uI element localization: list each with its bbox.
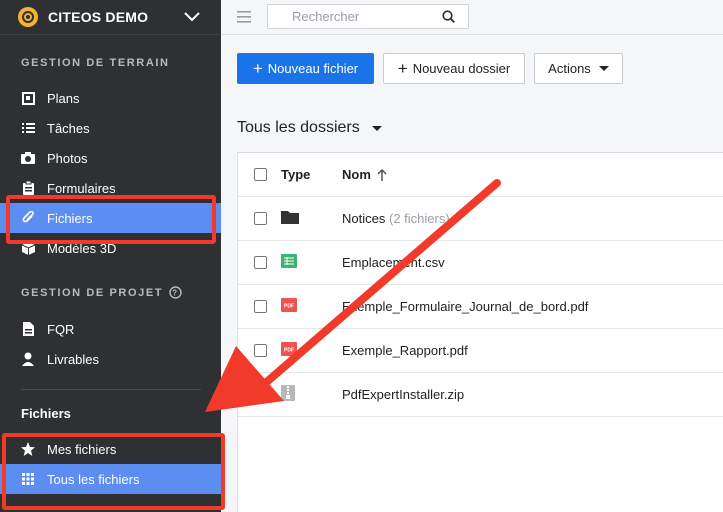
spreadsheet-icon <box>281 253 297 272</box>
file-name[interactable]: PdfExpertInstaller.zip <box>342 387 464 402</box>
row-checkbox[interactable] <box>254 256 267 269</box>
sidebar-item-label: Fichiers <box>47 210 93 226</box>
sidebar-divider <box>21 389 201 390</box>
plans-icon <box>21 91 35 105</box>
row-checkbox[interactable] <box>254 344 267 357</box>
star-icon <box>21 442 35 456</box>
new-folder-label: Nouveau dossier <box>412 61 511 76</box>
sidebar-item-mes-fichiers[interactable]: Mes fichiers <box>0 434 221 464</box>
table-row[interactable]: PDF Exemple_Rapport.pdf <box>238 329 723 373</box>
grid-icon <box>21 472 35 486</box>
brand-header[interactable]: CITEOS DEMO <box>0 0 221 35</box>
sidebar-item-label: Photos <box>47 150 88 166</box>
table-row[interactable]: Emplacement.csv <box>238 241 723 285</box>
list-icon <box>21 121 35 135</box>
sidebar-item-formulaires[interactable]: Formulaires <box>0 173 221 203</box>
search-icon[interactable] <box>442 10 455 23</box>
new-folder-button[interactable]: + Nouveau dossier <box>383 53 525 84</box>
folder-icon <box>281 210 299 227</box>
files-table: Type Nom Notices (2 fichiers) Emplacemen… <box>237 152 723 512</box>
chevron-down-icon[interactable] <box>183 9 201 23</box>
svg-text:PDF: PDF <box>284 304 294 310</box>
file-name-text: Notices <box>342 211 386 226</box>
column-header-type[interactable]: Type <box>281 167 310 182</box>
sidebar-item-label: Mes fichiers <box>47 441 117 457</box>
help-icon[interactable]: ? <box>169 286 182 299</box>
sidebar-item-fqr[interactable]: FQR <box>0 314 221 344</box>
sidebar-item-label: Modèles 3D <box>47 240 117 256</box>
caret-down-icon <box>598 66 609 71</box>
column-header-name-label: Nom <box>342 167 371 182</box>
menu-icon[interactable] <box>237 11 251 23</box>
row-checkbox[interactable] <box>254 388 267 401</box>
table-header: Type Nom <box>238 153 723 197</box>
person-icon <box>21 352 35 366</box>
paperclip-icon <box>21 211 35 225</box>
select-all-checkbox[interactable] <box>254 168 267 181</box>
sidebar-item-label: Tâches <box>47 120 90 136</box>
pdf-icon: PDF <box>281 297 297 316</box>
sidebar-item-label: Livrables <box>47 351 100 367</box>
group-title-fichiers: Fichiers <box>21 406 71 421</box>
section-title-terrain: GESTION DE TERRAIN <box>21 57 170 69</box>
row-checkbox[interactable] <box>254 300 267 313</box>
search-input[interactable] <box>268 5 438 28</box>
top-bar <box>221 0 723 35</box>
sidebar-item-tous-les-fichiers[interactable]: Tous les fichiers <box>0 464 221 494</box>
caret-down-icon <box>371 125 382 131</box>
folder-selector[interactable]: Tous les dossiers <box>237 119 382 137</box>
row-checkbox[interactable] <box>254 212 267 225</box>
brand-logo <box>18 7 38 27</box>
cube-icon <box>21 241 35 255</box>
sidebar-item-label: Plans <box>47 90 80 106</box>
file-count: (2 fichiers) <box>388 211 450 226</box>
sidebar-item-livrables[interactable]: Livrables <box>0 344 221 374</box>
new-file-label: Nouveau fichier <box>267 61 359 76</box>
plus-icon: + <box>397 59 408 78</box>
camera-icon <box>21 151 35 165</box>
file-name[interactable]: Notices (2 fichiers) <box>342 211 450 226</box>
table-row[interactable]: Notices (2 fichiers) <box>238 197 723 241</box>
zip-icon <box>281 385 295 404</box>
svg-text:PDF: PDF <box>284 348 294 354</box>
clipboard-icon <box>21 181 35 195</box>
table-row[interactable]: PDF Exemple_Formulaire_Journal_de_bord.p… <box>238 285 723 329</box>
sidebar: CITEOS DEMO GESTION DE TERRAIN Plans Tâc… <box>0 0 221 512</box>
plus-icon: + <box>252 59 263 78</box>
sidebar-item-taches[interactable]: Tâches <box>0 113 221 143</box>
sidebar-item-modeles-3d[interactable]: Modèles 3D <box>0 233 221 263</box>
actions-dropdown[interactable]: Actions <box>534 53 623 84</box>
search-box <box>267 4 469 29</box>
pdf-icon: PDF <box>281 341 297 360</box>
table-row[interactable]: PdfExpertInstaller.zip <box>238 373 723 417</box>
file-name[interactable]: Exemple_Rapport.pdf <box>342 343 468 358</box>
document-icon <box>21 322 35 336</box>
section-title-projet-label: GESTION DE PROJET <box>21 286 164 299</box>
column-header-name[interactable]: Nom <box>342 167 387 182</box>
sidebar-item-label: FQR <box>47 321 75 337</box>
svg-text:?: ? <box>172 289 179 298</box>
sidebar-item-label: Formulaires <box>47 180 116 196</box>
folder-selector-label: Tous les dossiers <box>237 119 360 136</box>
actions-label: Actions <box>548 61 591 76</box>
file-name[interactable]: Emplacement.csv <box>342 255 445 270</box>
sidebar-item-plans[interactable]: Plans <box>0 83 221 113</box>
sort-up-icon <box>377 168 387 181</box>
new-file-button[interactable]: + Nouveau fichier <box>237 53 374 84</box>
sidebar-item-photos[interactable]: Photos <box>0 143 221 173</box>
sidebar-item-label: Tous les fichiers <box>47 471 140 487</box>
sidebar-item-fichiers[interactable]: Fichiers <box>0 203 221 233</box>
brand-title: CITEOS DEMO <box>48 9 149 25</box>
file-name[interactable]: Exemple_Formulaire_Journal_de_bord.pdf <box>342 299 588 314</box>
section-title-projet: GESTION DE PROJET ? <box>21 286 182 299</box>
